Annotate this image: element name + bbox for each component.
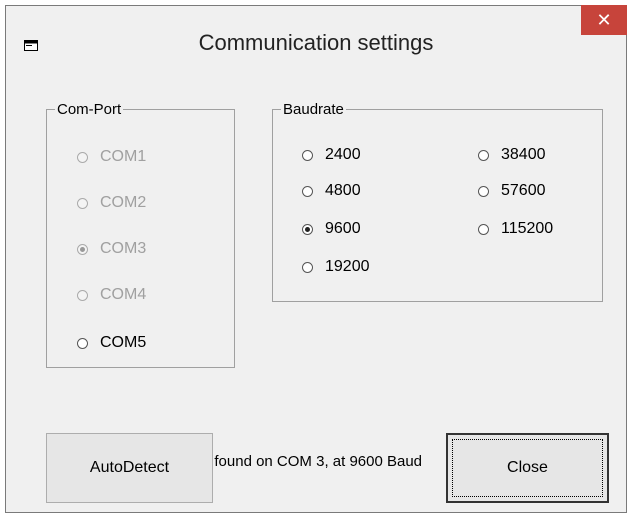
radio-baud-4800[interactable]: 4800 <box>302 182 361 200</box>
radio-baud-9600[interactable]: 9600 <box>302 220 361 238</box>
radio-baud-19200-label: 19200 <box>325 258 370 275</box>
radio-baud-2400-label: 2400 <box>325 146 361 163</box>
radio-button-icon <box>478 185 489 197</box>
radio-com4-label: COM4 <box>100 286 147 303</box>
radio-baud-38400[interactable]: 38400 <box>478 146 546 164</box>
radio-button-icon <box>77 197 88 209</box>
autodetect-button[interactable]: AutoDetect <box>46 433 213 503</box>
radio-button-icon <box>77 337 88 349</box>
baudrate-group-label: Baudrate <box>281 101 346 118</box>
dialog-client-area: Com-Port COM1 COM2 COM3 COM4 COM5 Baudra… <box>16 80 618 506</box>
radio-button-checked-icon <box>77 243 88 255</box>
radio-button-icon <box>302 149 313 161</box>
radio-com5-label: COM5 <box>100 334 147 351</box>
radio-baud-115200-label: 115200 <box>501 220 554 237</box>
close-window-button[interactable]: ✕ <box>581 5 627 35</box>
title-bar: Communication settings ✕ <box>6 5 627 80</box>
com-port-group: Com-Port COM1 COM2 COM3 COM4 COM5 <box>46 101 235 368</box>
dialog-window: Communication settings ✕ Com-Port COM1 C… <box>5 5 627 513</box>
com-port-group-label: Com-Port <box>55 101 124 118</box>
focus-ring <box>452 439 603 497</box>
window-title: Communication settings <box>198 30 434 55</box>
radio-baud-38400-label: 38400 <box>501 146 546 163</box>
radio-baud-57600[interactable]: 57600 <box>478 182 546 200</box>
radio-baud-115200[interactable]: 115200 <box>478 220 553 238</box>
radio-button-icon <box>478 223 489 235</box>
radio-button-icon <box>77 151 88 163</box>
radio-com4[interactable]: COM4 <box>77 286 146 304</box>
radio-com3[interactable]: COM3 <box>77 240 146 258</box>
radio-com5[interactable]: COM5 <box>77 334 146 352</box>
radio-baud-4800-label: 4800 <box>325 182 361 199</box>
radio-baud-19200[interactable]: 19200 <box>302 258 370 276</box>
radio-button-icon <box>302 261 313 273</box>
radio-button-checked-icon <box>302 223 313 235</box>
radio-com2-label: COM2 <box>100 194 147 211</box>
radio-baud-57600-label: 57600 <box>501 182 546 199</box>
autodetect-button-label: AutoDetect <box>89 459 170 476</box>
radio-com2[interactable]: COM2 <box>77 194 146 212</box>
radio-baud-2400[interactable]: 2400 <box>302 146 361 164</box>
close-button[interactable]: Close <box>446 433 609 503</box>
close-icon: ✕ <box>596 9 612 30</box>
radio-button-icon <box>478 149 489 161</box>
radio-button-icon <box>302 185 313 197</box>
radio-com1-label: COM1 <box>100 148 147 165</box>
baudrate-group: Baudrate 2400 4800 9600 19200 38400 5760… <box>272 101 603 302</box>
radio-com1[interactable]: COM1 <box>77 148 146 166</box>
radio-button-icon <box>77 289 88 301</box>
radio-baud-9600-label: 9600 <box>325 220 361 237</box>
radio-com3-label: COM3 <box>100 240 147 257</box>
